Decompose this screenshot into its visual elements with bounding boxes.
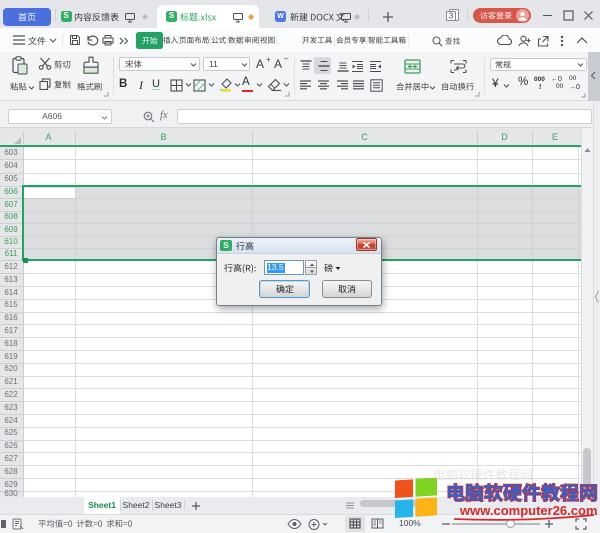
svg-text:3: 3 bbox=[449, 12, 454, 21]
